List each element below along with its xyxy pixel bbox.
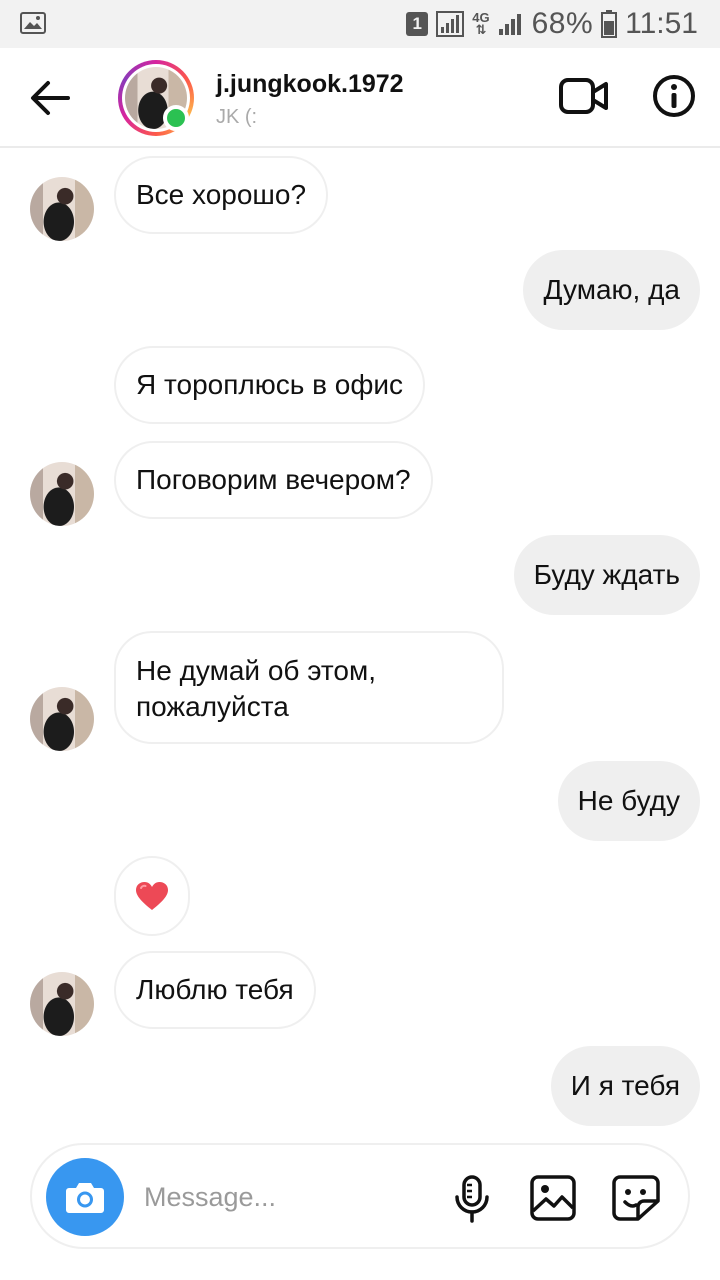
incoming-message[interactable]: Все хорошо?: [114, 156, 329, 234]
status-icons: 1 4G ⇅ 68% 11:51: [406, 6, 698, 42]
incoming-message[interactable]: Не думай об этом, пожалуйста: [114, 631, 504, 744]
message-composer: [30, 1143, 690, 1249]
sender-avatar[interactable]: [30, 462, 94, 526]
sim-slot-badge: 1: [406, 12, 429, 36]
signal-strength-icon: [498, 14, 521, 35]
image-notification-icon: [20, 12, 46, 34]
chat-username[interactable]: j.jungkook.1972: [216, 70, 404, 99]
sticker-icon[interactable]: [612, 1175, 660, 1221]
video-call-icon[interactable]: [558, 76, 610, 116]
gallery-icon[interactable]: [530, 1175, 576, 1221]
incoming-message[interactable]: Люблю тебя: [114, 951, 316, 1029]
signal-icon: [436, 11, 465, 37]
clock: 11:51: [625, 7, 698, 40]
network-type: 4G ⇅: [472, 10, 490, 37]
status-bar: 1 4G ⇅ 68% 11:51: [0, 0, 720, 48]
sender-avatar[interactable]: [30, 687, 94, 751]
sender-avatar[interactable]: [30, 972, 94, 1036]
camera-icon: [66, 1183, 104, 1213]
outgoing-message[interactable]: Думаю, да: [523, 250, 700, 330]
incoming-message[interactable]: Я тороплюсь в офис: [114, 346, 425, 424]
outgoing-message[interactable]: И я тебя: [550, 1046, 700, 1126]
chat-subtitle: JK (:: [216, 106, 258, 128]
incoming-message[interactable]: Поговорим вечером?: [114, 441, 433, 519]
outgoing-message[interactable]: Буду ждать: [513, 535, 700, 615]
back-arrow-icon[interactable]: [28, 78, 72, 118]
message-input[interactable]: [144, 1175, 434, 1219]
online-indicator: [163, 105, 189, 131]
battery-percent: 68%: [531, 7, 594, 40]
microphone-icon[interactable]: [450, 1175, 494, 1223]
camera-button[interactable]: [46, 1158, 124, 1236]
sender-avatar[interactable]: [30, 177, 94, 241]
chat-header: j.jungkook.1972 JK (:: [0, 48, 720, 148]
info-icon[interactable]: [652, 74, 696, 118]
outgoing-message[interactable]: Не буду: [557, 761, 700, 841]
heart-icon: [136, 882, 168, 910]
battery-icon: [601, 10, 618, 38]
heart-message[interactable]: [114, 856, 190, 936]
